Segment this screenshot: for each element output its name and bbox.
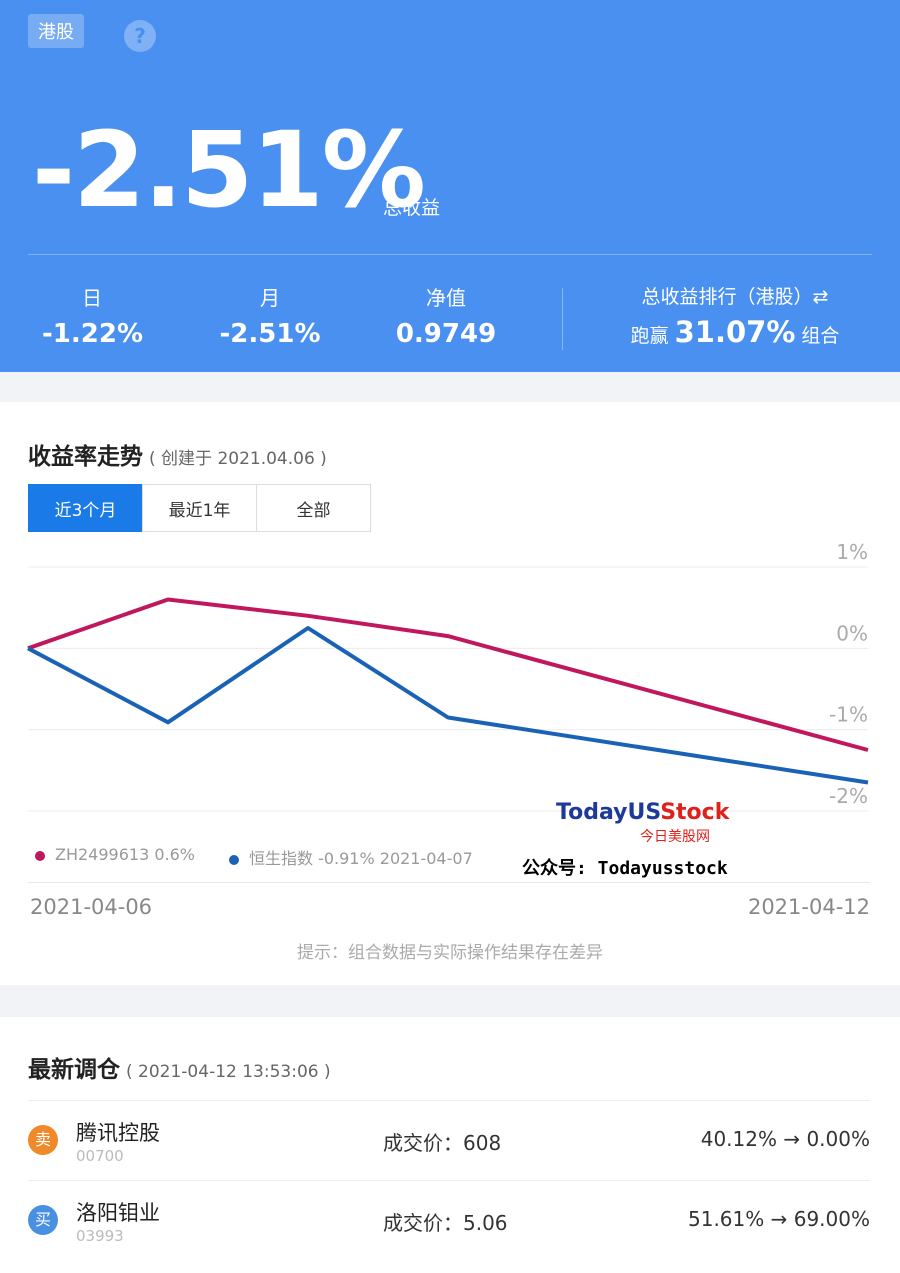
weight-change: 40.12% → 0.00% bbox=[700, 1127, 870, 1151]
watermark-sub: 今日美股网 bbox=[640, 829, 710, 845]
stat-month-value: -2.51% bbox=[219, 319, 321, 349]
trades-title: 最新调仓 bbox=[28, 1057, 120, 1083]
sell-badge-icon: 卖 bbox=[28, 1125, 58, 1155]
stat-nav-label: 净值 bbox=[426, 286, 466, 310]
rank-percent: 31.07% bbox=[674, 315, 796, 349]
data-hint: 提示：组合数据与实际操作结果存在差异 bbox=[297, 943, 603, 963]
trade-price: 成交价：5.06 bbox=[383, 1207, 508, 1236]
stat-nav: 净值 0.9749 bbox=[394, 282, 498, 349]
legend-item-index: 恒生指数 -0.91% 2021-04-07 bbox=[228, 845, 473, 869]
legend-portfolio-text: ZH2499613 0.6% bbox=[55, 845, 195, 864]
y-tick-label: -2% bbox=[829, 784, 868, 808]
stat-day: 日 -1.22% bbox=[42, 282, 143, 349]
buy-badge-icon: 买 bbox=[28, 1205, 58, 1235]
rank-label[interactable]: 总收益排行（港股）⇄ bbox=[600, 282, 870, 309]
weight-change: 51.61% → 69.00% bbox=[688, 1207, 870, 1231]
y-tick-label: 1% bbox=[836, 540, 868, 564]
trade-price-label: 成交价： bbox=[383, 1131, 463, 1155]
total-return-value: -2.51% bbox=[32, 109, 426, 231]
portfolio-header: 港股 ? -2.51% 总收益 日 -1.22% 月 -2.51% 净值 0.9… bbox=[0, 0, 900, 372]
stock-name[interactable]: 洛阳钼业 bbox=[76, 1197, 160, 1227]
legend-index-text: 恒生指数 -0.91% 2021-04-07 bbox=[248, 849, 473, 868]
help-icon[interactable]: ? bbox=[124, 20, 156, 52]
tab-1-year[interactable]: 最近1年 bbox=[142, 484, 257, 532]
legend-divider bbox=[28, 882, 870, 883]
stat-day-value: -1.22% bbox=[42, 319, 143, 349]
y-tick-label: -1% bbox=[829, 703, 868, 727]
chart-end-date: 2021-04-12 bbox=[747, 895, 870, 919]
watermark-brand-a: TodayUS bbox=[556, 800, 661, 825]
chart-start-date: 2021-04-06 bbox=[30, 895, 153, 919]
trade-price: 成交价：608 bbox=[383, 1127, 501, 1156]
header-divider bbox=[28, 254, 872, 255]
stat-month: 月 -2.51% bbox=[218, 282, 322, 349]
range-tabs: 近3个月 最近1年 全部 bbox=[28, 484, 371, 532]
rank-suffix: 组合 bbox=[801, 325, 840, 347]
stat-day-label: 日 bbox=[82, 286, 102, 310]
stock-code: 03993 bbox=[76, 1227, 124, 1245]
chart-legend: ZH2499613 0.6% 恒生指数 -0.91% 2021-04-07 bbox=[35, 845, 473, 869]
rank-prefix: 跑赢 bbox=[630, 325, 669, 347]
trades-time: ( 2021-04-12 13:53:06 ) bbox=[126, 1062, 331, 1082]
trade-row[interactable]: 卖 腾讯控股 00700 成交价：608 40.12% → 0.00% bbox=[28, 1100, 870, 1179]
legend-dot-icon bbox=[35, 850, 45, 861]
return-trend-chart: 1% 0% -1% -2% bbox=[27, 540, 869, 812]
stat-month-label: 月 bbox=[260, 286, 280, 310]
trend-title: 收益率走势 bbox=[28, 444, 143, 470]
legend-item-portfolio: ZH2499613 0.6% bbox=[35, 845, 195, 869]
header-vertical-divider bbox=[562, 288, 563, 350]
trade-price-label: 成交价： bbox=[383, 1211, 463, 1235]
watermark-account: 公众号: Todayusstock bbox=[522, 858, 728, 879]
trend-title-row: 收益率走势 ( 创建于 2021.04.06 ) bbox=[28, 437, 327, 471]
trade-price-value: 608 bbox=[463, 1131, 502, 1155]
series-line bbox=[27, 597, 869, 752]
section-gap bbox=[0, 985, 900, 1017]
tab-all[interactable]: 全部 bbox=[256, 484, 371, 532]
rank-line: 跑赢 31.07% 组合 bbox=[600, 315, 870, 349]
rank-panel[interactable]: 总收益排行（港股）⇄ 跑赢 31.07% 组合 bbox=[600, 282, 870, 349]
trade-price-value: 5.06 bbox=[463, 1211, 508, 1235]
watermark-brand: TodayUSStock bbox=[556, 800, 729, 825]
market-tag[interactable]: 港股 bbox=[28, 14, 84, 48]
series-line bbox=[27, 626, 869, 785]
legend-dot-icon bbox=[228, 854, 239, 865]
stock-code: 00700 bbox=[76, 1147, 124, 1165]
stock-name[interactable]: 腾讯控股 bbox=[76, 1117, 160, 1147]
watermark-brand-b: Stock bbox=[660, 800, 730, 825]
section-gap bbox=[0, 372, 900, 402]
trade-row[interactable]: 买 洛阳钼业 03993 成交价：5.06 51.61% → 69.00% bbox=[28, 1180, 870, 1259]
stat-nav-value: 0.9749 bbox=[395, 319, 497, 349]
y-tick-label: 0% bbox=[836, 621, 868, 645]
total-return-label: 总收益 bbox=[383, 197, 441, 219]
trades-title-row: 最新调仓 ( 2021-04-12 13:53:06 ) bbox=[28, 1050, 331, 1084]
tab-3-months[interactable]: 近3个月 bbox=[28, 484, 143, 532]
trend-created: ( 创建于 2021.04.06 ) bbox=[149, 449, 327, 469]
